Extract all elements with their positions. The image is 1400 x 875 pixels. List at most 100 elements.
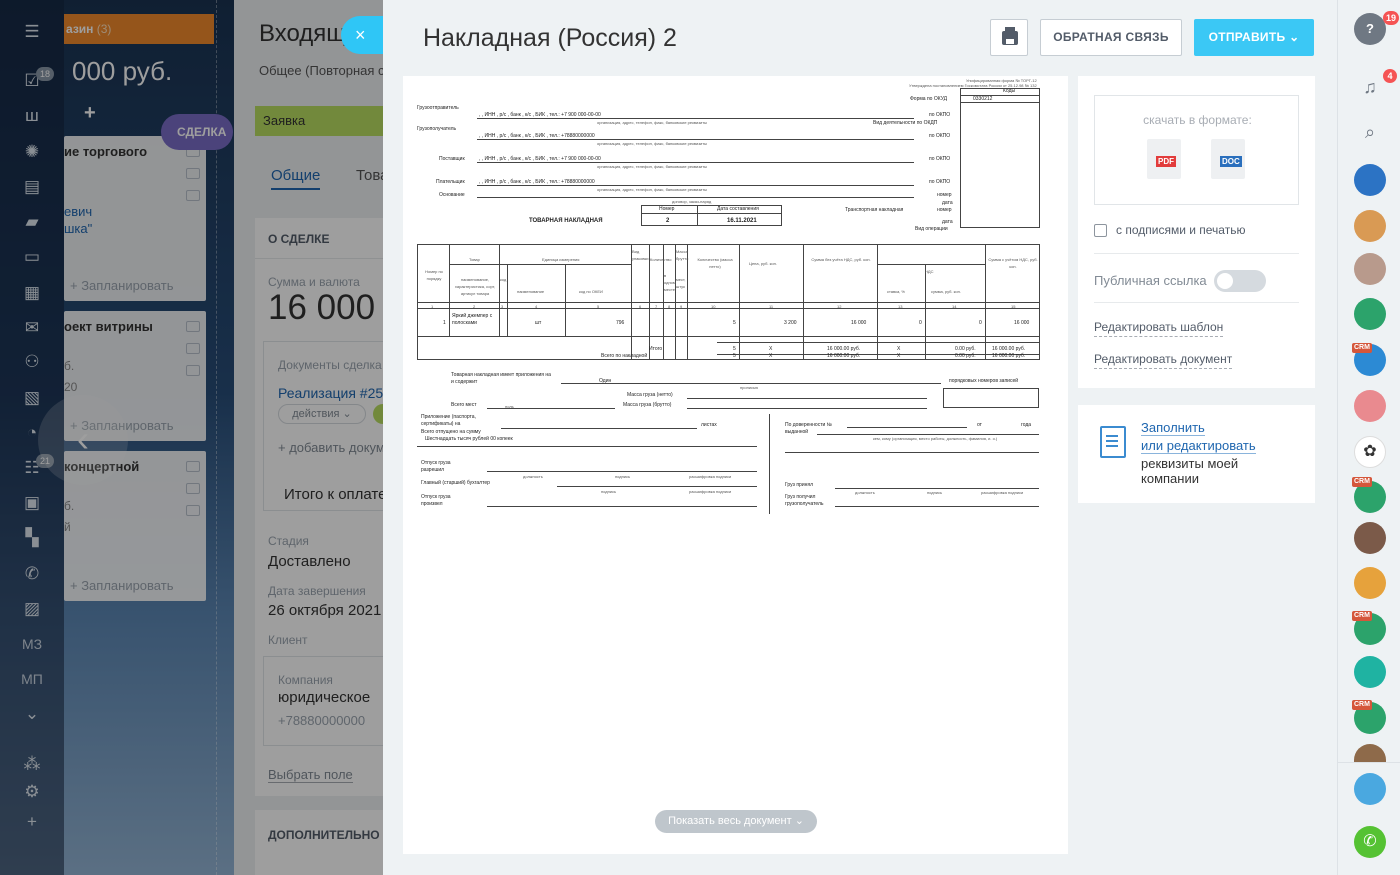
shipper-label: Грузоотправитель <box>417 105 459 111</box>
edit-template-link[interactable]: Редактировать шаблон <box>1094 320 1224 337</box>
row-total: 16 000 <box>1014 320 1030 326</box>
col-header: НДС <box>925 269 934 274</box>
public-link-toggle[interactable] <box>1214 270 1266 292</box>
document-slider: Накладная (Россия) 2 ОБРАТНАЯ СВЯЗЬ ОТПР… <box>383 0 1337 875</box>
col-header: Масса брутто <box>676 249 689 261</box>
invoice-title: ТОВАРНАЯ НАКЛАДНАЯ <box>529 218 603 224</box>
send-button[interactable]: ОТПРАВИТЬ ⌄ <box>1194 19 1314 56</box>
line <box>877 264 985 265</box>
col-header: Сумма без учёта НДС, руб. коп. <box>811 257 871 262</box>
close-icon: × <box>355 25 366 45</box>
nomer-label: номер <box>937 192 952 198</box>
stamps-checkbox[interactable] <box>1094 224 1107 237</box>
user-avatar[interactable] <box>1354 567 1386 599</box>
issued-hint: кем, кому (организация, место работы, до… <box>873 436 998 441</box>
itogo-vat: 0.00 руб. <box>955 346 976 352</box>
search-icon[interactable]: ⌕ <box>1354 116 1386 148</box>
year-label: года <box>1021 422 1032 428</box>
bell-icon[interactable]: ♫ <box>1354 71 1386 103</box>
sub-header: ставка, % <box>887 289 905 294</box>
line <box>417 308 1040 309</box>
paw-avatar[interactable]: ✿ <box>1354 436 1386 468</box>
crm-tag: CRM <box>1352 477 1372 487</box>
line <box>697 205 698 226</box>
pdf-file-icon[interactable]: PDF <box>1147 139 1181 179</box>
invoice-date: 16.11.2021 <box>727 218 757 224</box>
divider <box>1094 253 1299 254</box>
screen-share-icon[interactable] <box>1354 773 1386 805</box>
vsego-qty: 5 <box>733 353 736 359</box>
okpo-label: по ОКПО <box>929 112 951 118</box>
download-panel: скачать в формате: PDF DOC с подписями и… <box>1078 76 1315 388</box>
edit-link[interactable]: или редактировать <box>1141 438 1256 454</box>
user-avatar[interactable] <box>1354 253 1386 285</box>
feedback-button[interactable]: ОБРАТНАЯ СВЯЗЬ <box>1040 19 1182 56</box>
signature-hint: подпись <box>601 489 617 494</box>
sub-header: сумма, руб. коп. <box>931 289 961 294</box>
line <box>487 471 757 472</box>
line <box>835 506 1039 507</box>
row-name: Яркий джемпер с полосками <box>452 313 493 326</box>
okpo-label: по ОКПО <box>929 156 951 162</box>
codes-box <box>960 88 1040 228</box>
basis-hint: договор, заказ-наряд <box>672 199 712 204</box>
download-caption: скачать в формате: <box>1143 113 1252 127</box>
requisites-text: реквизиты моей компании <box>1141 456 1239 486</box>
line <box>417 336 1040 337</box>
row-price: 3 200 <box>784 320 797 326</box>
search-chat-avatar[interactable] <box>1354 656 1386 688</box>
total-places: Всего мест <box>451 402 477 408</box>
line <box>687 398 927 399</box>
col-header: Товар <box>469 257 480 262</box>
line <box>803 244 804 360</box>
ot-label: от <box>977 422 982 428</box>
decipher-hint: расшифровка подписи <box>689 474 732 479</box>
released-by: Отпуск груза произвел <box>421 494 451 507</box>
overlay-dim[interactable] <box>0 0 383 875</box>
row-okei: 796 <box>616 320 625 326</box>
line <box>417 446 757 447</box>
user-avatar[interactable] <box>1354 210 1386 242</box>
phone-call-icon[interactable]: ✆ <box>1354 826 1386 858</box>
doc-file-icon[interactable]: DOC <box>1211 139 1245 179</box>
edit-document-link[interactable]: Редактировать документ <box>1094 352 1233 369</box>
mass-box <box>943 388 1039 408</box>
propis-hint: прописью <box>740 385 759 390</box>
itogo-price: X <box>769 346 773 352</box>
mass-gross: Масса груза (брутто) <box>623 402 672 408</box>
number-label: Номер <box>659 206 675 212</box>
line <box>960 102 1040 103</box>
fill-link[interactable]: Заполнить <box>1141 420 1205 436</box>
torg12-form: Унифицированная форма № ТОРГ-12 Утвержде… <box>417 76 1057 516</box>
col-num: 4 <box>535 304 538 309</box>
close-slider-button[interactable]: × <box>341 16 385 54</box>
sum-words: Шестнадцать тысяч рублей 00 копеек <box>425 436 513 442</box>
group-chat-avatar[interactable] <box>1354 164 1386 196</box>
org-hint: организация, адрес, телефон, факс, банко… <box>597 120 707 125</box>
show-full-document-button[interactable]: Показать весь документ ⌄ <box>655 810 817 833</box>
col-num: 2 <box>473 304 476 309</box>
notifications-badge: 4 <box>1383 69 1397 83</box>
user-avatar[interactable] <box>1354 522 1386 554</box>
help-icon[interactable]: ? <box>1354 13 1386 45</box>
public-link-label: Публичная ссылка <box>1094 273 1207 288</box>
transport-label: Транспортная накладная <box>845 207 904 213</box>
stamps-label[interactable]: с подписями и печатью <box>1116 223 1245 237</box>
crm-tag: CRM <box>1352 611 1372 621</box>
sub-header: код <box>500 277 507 282</box>
user-avatar[interactable] <box>1354 744 1386 762</box>
signature-hint: подпись <box>927 490 943 495</box>
mass-net: Масса груза (нетто) <box>627 392 673 398</box>
col-num: 10 <box>711 304 716 309</box>
user-avatar[interactable] <box>1354 390 1386 422</box>
print-button[interactable] <box>990 19 1028 56</box>
basis-label: Основание <box>439 192 465 198</box>
nomer-label: номер <box>937 207 952 213</box>
vsego-label: Всего по накладной <box>601 353 648 359</box>
col-num: 11 <box>769 304 774 309</box>
attachment-label: Приложение (паспорта, сертификаты) на <box>421 414 476 427</box>
user-avatar[interactable] <box>1354 298 1386 330</box>
col-header: Цена, руб. коп. <box>749 261 777 266</box>
document-title: Накладная (Россия) 2 <box>423 24 677 52</box>
receiver-label: Грузополучатель <box>417 126 457 132</box>
